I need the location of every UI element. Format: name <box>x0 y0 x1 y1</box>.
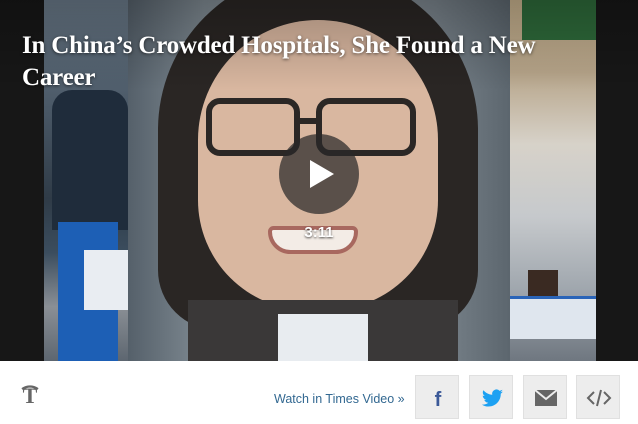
email-icon <box>534 389 558 406</box>
video-headline[interactable]: In China’s Crowded Hospitals, She Found … <box>22 30 602 94</box>
embed-icon <box>586 389 612 407</box>
nyt-logo-icon[interactable]: T <box>19 383 41 407</box>
play-icon <box>310 160 334 188</box>
twitter-icon <box>481 389 503 407</box>
email-share-button[interactable] <box>523 375 567 419</box>
play-button[interactable] <box>279 134 359 214</box>
video-player[interactable]: In China’s Crowded Hospitals, She Found … <box>0 0 638 361</box>
video-footer: T Watch in Times Video » f <box>0 361 638 424</box>
video-duration: 3:11 <box>304 224 334 241</box>
twitter-share-button[interactable] <box>469 375 513 419</box>
embed-share-button[interactable] <box>576 375 620 419</box>
facebook-icon: f <box>435 389 442 411</box>
facebook-share-button[interactable]: f <box>415 375 459 419</box>
svg-text:f: f <box>435 389 442 411</box>
watch-in-times-video-link[interactable]: Watch in Times Video » <box>274 392 405 406</box>
